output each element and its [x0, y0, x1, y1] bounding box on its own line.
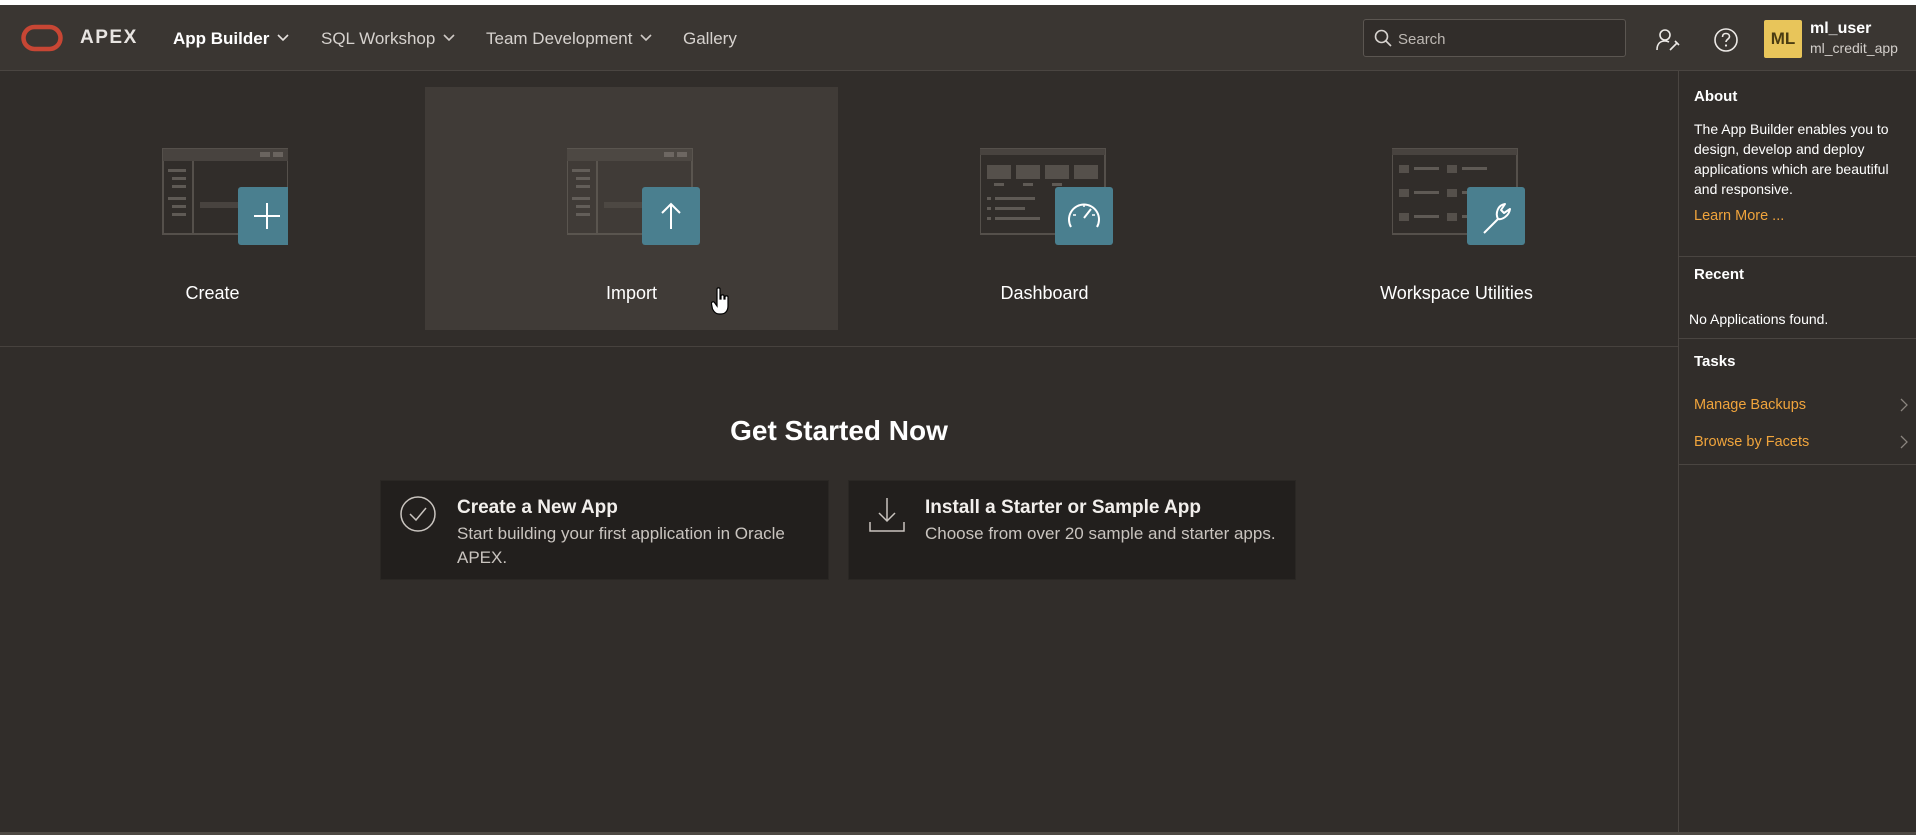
task-manage-backups[interactable]: Manage Backups — [1694, 397, 1904, 413]
create-new-app-description: Start building your first application in… — [457, 522, 785, 570]
oracle-logo-icon[interactable] — [21, 24, 63, 52]
import-app-icon — [567, 148, 700, 245]
user-avatar[interactable]: ML — [1764, 20, 1802, 58]
nav-gallery-label: Gallery — [683, 29, 737, 48]
right-sidebar: About The App Builder enables you to des… — [1678, 71, 1916, 835]
nav-app-builder[interactable]: App Builder — [173, 29, 289, 49]
task-browse-by-facets-label: Browse by Facets — [1694, 434, 1810, 450]
help-icon[interactable] — [1713, 27, 1739, 53]
about-text: The App Builder enables you to design, d… — [1694, 121, 1889, 197]
create-new-app-title: Create a New App — [457, 497, 618, 518]
chevron-down-icon — [443, 34, 455, 42]
sidebar-divider — [1679, 256, 1916, 257]
recent-empty-message: No Applications found. — [1689, 311, 1829, 327]
administration-icon[interactable] — [1655, 27, 1681, 53]
tasks-heading: Tasks — [1694, 353, 1736, 370]
nav-sql-workshop[interactable]: SQL Workshop — [321, 29, 455, 49]
tile-create[interactable]: Create — [6, 87, 419, 330]
nav-app-builder-label: App Builder — [173, 29, 270, 48]
search-box[interactable] — [1363, 19, 1626, 57]
task-manage-backups-label: Manage Backups — [1694, 397, 1807, 413]
nav-sql-workshop-label: SQL Workshop — [321, 29, 436, 48]
task-browse-by-facets[interactable]: Browse by Facets — [1694, 434, 1904, 450]
tile-import-label: Import — [605, 283, 657, 303]
recent-heading: Recent — [1694, 266, 1745, 283]
create-app-icon — [162, 148, 288, 245]
search-input[interactable] — [1396, 28, 1620, 50]
apex-brand[interactable]: APEX — [80, 27, 138, 49]
workspace-utilities-icon — [1392, 148, 1525, 245]
section-divider — [0, 346, 1678, 347]
learn-more-link[interactable]: Learn More ... — [1694, 208, 1784, 224]
tile-dashboard-label: Dashboard — [1000, 283, 1089, 303]
dashboard-icon — [980, 148, 1113, 245]
tile-dashboard[interactable]: Dashboard — [838, 87, 1251, 330]
nav-team-development-label: Team Development — [486, 29, 633, 48]
search-icon — [1374, 29, 1392, 47]
chevron-right-icon — [1900, 398, 1908, 412]
sidebar-divider — [1679, 338, 1916, 339]
install-starter-app-title: Install a Starter or Sample App — [925, 497, 1201, 518]
chevron-down-icon — [640, 34, 653, 42]
hand-cursor-icon — [711, 287, 729, 315]
workspace-name[interactable]: ml_credit_app — [1810, 40, 1898, 56]
sidebar-divider — [1679, 464, 1916, 465]
install-starter-app-card[interactable]: Install a Starter or Sample App Choose f… — [848, 480, 1296, 580]
create-new-app-card[interactable]: Create a New App Start building your fir… — [380, 480, 829, 580]
top-navigation-bar: APEX App Builder SQL Workshop Team Devel… — [0, 5, 1916, 71]
user-name[interactable]: ml_user — [1810, 20, 1871, 38]
create-new-app-description-line: Start building your first application in… — [457, 524, 785, 543]
install-starter-app-description: Choose from over 20 sample and starter a… — [925, 524, 1276, 543]
tile-workspace-utilities-label: Workspace Utilities — [1380, 283, 1533, 303]
nav-gallery[interactable]: Gallery — [683, 29, 737, 49]
chevron-down-icon — [277, 34, 289, 42]
tile-create-label: Create — [185, 283, 240, 303]
get-started-title: Get Started Now — [730, 415, 948, 446]
tile-workspace-utilities[interactable]: Workspace Utilities — [1250, 87, 1663, 330]
chevron-right-icon — [1900, 435, 1908, 449]
create-new-app-description-line: APEX. — [457, 548, 508, 567]
download-icon — [869, 498, 905, 532]
check-circle-icon — [400, 496, 436, 532]
tile-import[interactable]: Import — [425, 87, 838, 330]
about-heading: About — [1694, 88, 1738, 105]
nav-team-development[interactable]: Team Development — [486, 29, 653, 49]
